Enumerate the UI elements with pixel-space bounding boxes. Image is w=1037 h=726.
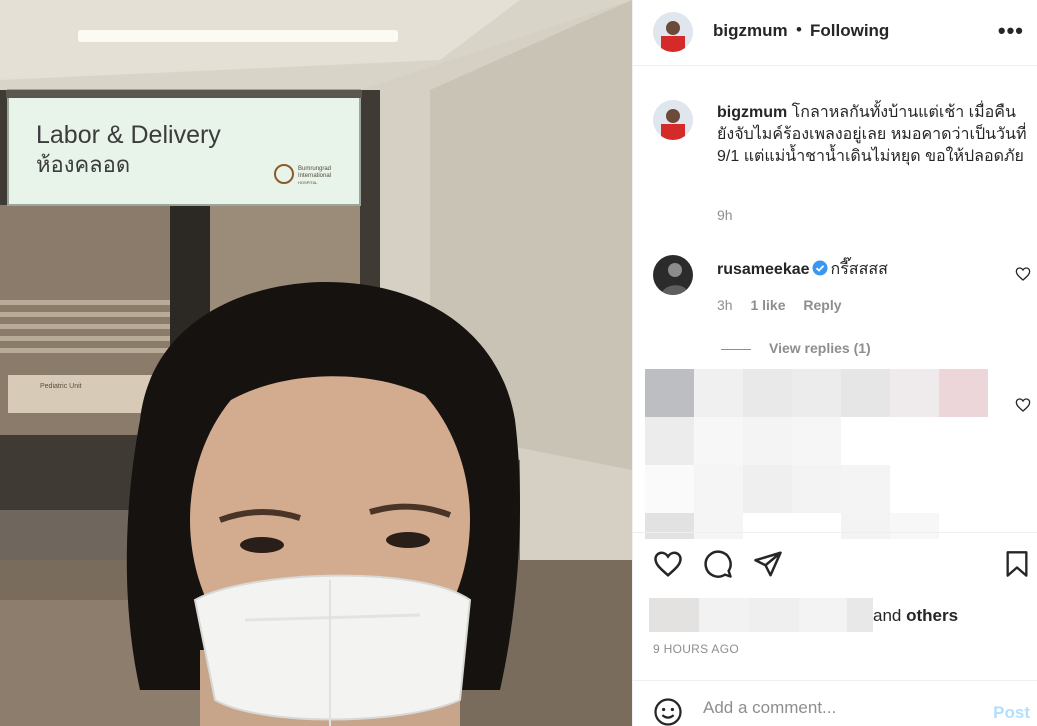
add-comment-bar: Post xyxy=(633,680,1037,726)
sign-line-1: Labor & Delivery xyxy=(36,121,221,149)
photo-scene: Pediatric Unit Labor & Delivery ห้องคลอด… xyxy=(0,0,632,726)
author-username[interactable]: bigzmum xyxy=(713,21,788,41)
reply-button[interactable]: Reply xyxy=(803,297,841,313)
action-bar xyxy=(633,532,1037,594)
following-button[interactable]: Following xyxy=(810,21,889,41)
more-options-icon[interactable]: ••• xyxy=(998,18,1024,44)
smile-icon[interactable] xyxy=(653,697,683,726)
post-timestamp[interactable]: 9 HOURS AGO xyxy=(653,642,739,656)
heart-icon[interactable] xyxy=(653,549,683,579)
likes-text: and others xyxy=(873,606,958,626)
post-header: bigzmum • Following ••• xyxy=(633,0,1037,66)
replies-divider xyxy=(721,348,751,350)
likes-and: and xyxy=(873,606,902,625)
verified-badge-icon xyxy=(812,260,828,276)
sign-line-2: ห้องคลอด xyxy=(36,152,130,177)
author-avatar[interactable] xyxy=(653,12,693,52)
commenter-avatar[interactable] xyxy=(653,255,693,295)
logo-line-1: Bumrungrad xyxy=(298,166,331,172)
caption-username[interactable]: bigzmum xyxy=(717,104,787,121)
comment-line: rusameekae กรี๊สสสส xyxy=(717,257,888,282)
comment-icon[interactable] xyxy=(703,549,733,579)
view-replies-label: View replies (1) xyxy=(769,340,871,356)
view-replies-button[interactable]: View replies (1) xyxy=(721,340,871,356)
comment-meta: 3h 1 like Reply xyxy=(717,297,856,313)
likes-others[interactable]: others xyxy=(906,606,958,625)
post-panel: bigzmum • Following ••• bigzmum โกลาหลกั… xyxy=(632,0,1037,726)
logo-line-3: HOSPITAL xyxy=(298,180,318,185)
commenter-username[interactable]: rusameekae xyxy=(717,261,810,278)
bookmark-icon[interactable] xyxy=(1003,549,1031,579)
comment-time[interactable]: 3h xyxy=(717,297,733,313)
comment-likes[interactable]: 1 like xyxy=(750,297,785,313)
comment-like-heart-icon[interactable] xyxy=(1015,397,1031,413)
comment-text: กรี๊สสสส xyxy=(830,261,888,278)
post-comment-button[interactable]: Post xyxy=(993,703,1030,723)
logo-line-2: International xyxy=(298,173,331,179)
caption-text: bigzmum โกลาหลกันทั้งบ้านแต่เช้า เมื่อคื… xyxy=(717,102,1027,168)
blurred-comment xyxy=(645,369,990,539)
send-icon[interactable] xyxy=(753,549,783,579)
door-sign-title: Pediatric Unit xyxy=(40,383,82,390)
caption-avatar[interactable] xyxy=(653,100,693,140)
comment-input[interactable] xyxy=(703,695,983,721)
separator-dot: • xyxy=(796,20,802,39)
caption-timestamp[interactable]: 9h xyxy=(717,207,733,223)
likes-summary[interactable]: and others xyxy=(649,598,1037,634)
comment-like-heart-icon[interactable] xyxy=(1015,266,1031,282)
post-photo[interactable]: Pediatric Unit Labor & Delivery ห้องคลอด… xyxy=(0,0,632,726)
